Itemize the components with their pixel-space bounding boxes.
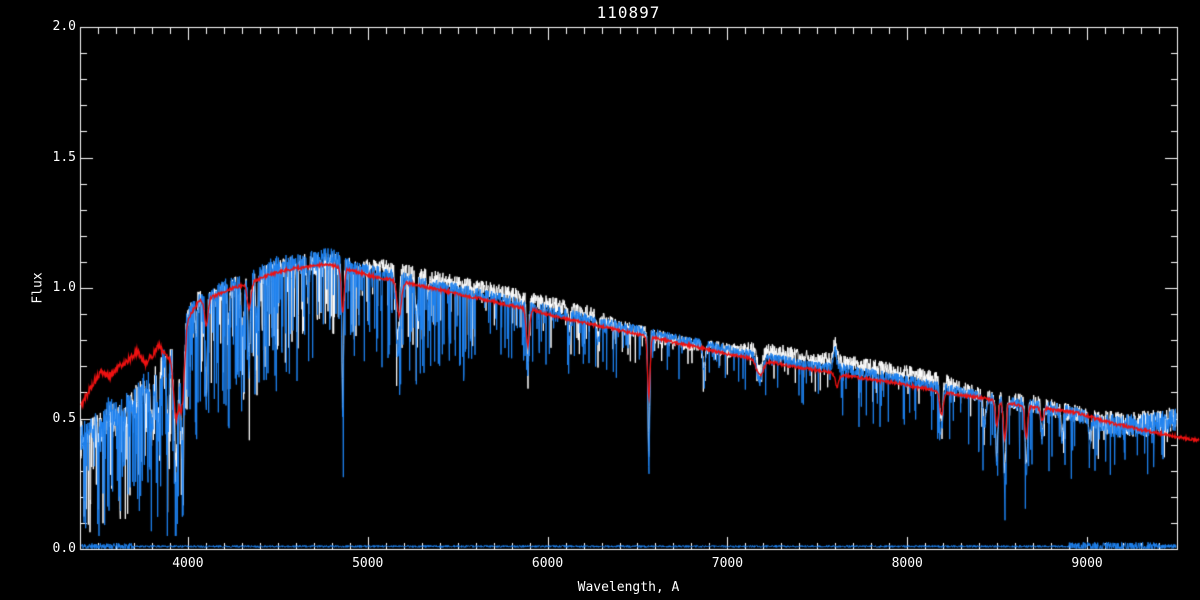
- y-tick-label: 1.5: [52, 149, 76, 165]
- x-tick-label: 4000: [172, 556, 204, 571]
- x-axis-label: Wavelength, A: [577, 580, 680, 595]
- x-tick-label: 5000: [352, 556, 384, 571]
- y-tick-label: 0.0: [52, 541, 76, 556]
- x-tick-label: 6000: [531, 556, 564, 571]
- spectrum-plot-window: 110897 Wavelength, A Flux 4000 5000 6000 70…: [0, 0, 1200, 600]
- y-tick-label: 2.0: [52, 19, 76, 34]
- x-tick-label: 8000: [891, 556, 923, 571]
- y-tick-label: 0.5: [52, 410, 76, 426]
- spectrum-plot-canvas: [0, 0, 1200, 600]
- x-tick-label: 7000: [711, 556, 744, 571]
- plot-title: 110897: [596, 3, 661, 22]
- x-tick-label: 9000: [1071, 556, 1103, 571]
- y-tick-label: 1.0: [52, 280, 76, 295]
